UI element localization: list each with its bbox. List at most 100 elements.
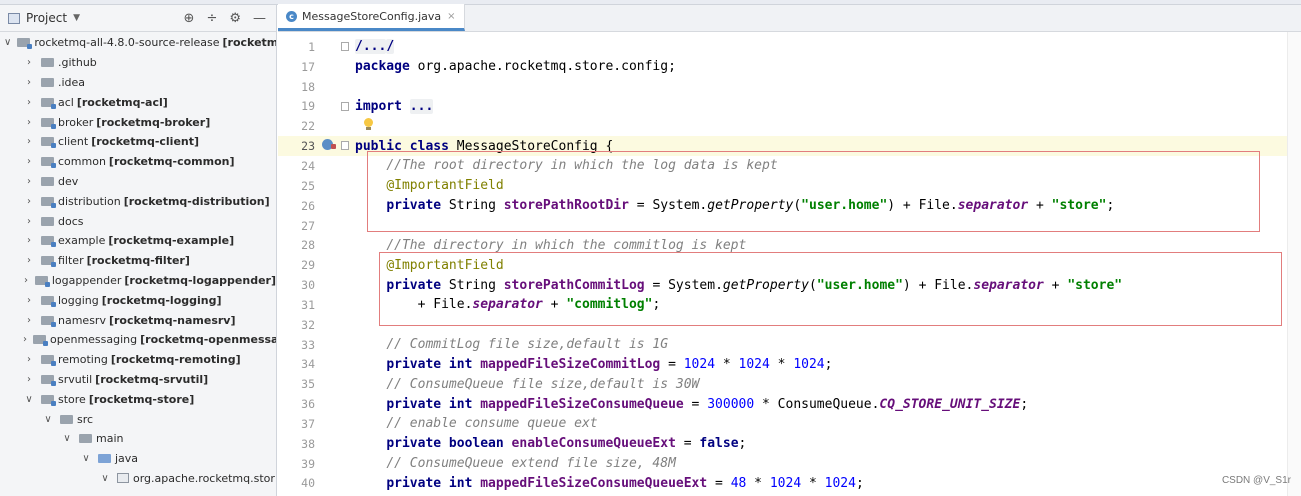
code-line[interactable]: 36 private int mappedFileSizeConsumeQueu… [278, 394, 1287, 414]
code-line[interactable]: 33 // CommitLog file size,default is 1G [278, 335, 1287, 355]
tree-item[interactable]: › acl [rocketmq-acl] [0, 92, 276, 112]
tree-item[interactable]: › dev [0, 172, 276, 192]
code-token: ) + File. [887, 198, 958, 214]
chevron-right-icon[interactable]: › [23, 77, 35, 88]
code-line[interactable]: 38 private boolean enableConsumeQueueExt… [278, 434, 1287, 454]
code-line[interactable]: 26 private String storePathRootDir = Sys… [278, 196, 1287, 216]
lightbulb-icon[interactable] [363, 118, 374, 132]
tree-item-label: store [58, 392, 86, 406]
code-text: private int mappedFileSizeConsumeQueueEx… [355, 476, 1287, 491]
tree-item[interactable]: › openmessaging [rocketmq-openmessa [0, 330, 276, 350]
chevron-down-icon[interactable]: ∨ [99, 473, 111, 484]
code-line[interactable]: 34 private int mappedFileSizeCommitLog =… [278, 355, 1287, 375]
tree-item[interactable]: › srvutil [rocketmq-srvutil] [0, 370, 276, 390]
code-line[interactable]: 30 private String storePathCommitLog = S… [278, 275, 1287, 295]
chevron-right-icon[interactable]: › [23, 334, 27, 345]
implementation-marker-icon[interactable] [322, 139, 336, 151]
code-line[interactable]: 32 [278, 315, 1287, 335]
tree-item[interactable]: ∨ main [0, 429, 276, 449]
line-number: 19 [301, 99, 315, 114]
code-line[interactable]: 17 package org.apache.rocketmq.store.conf… [278, 57, 1287, 77]
chevron-right-icon[interactable]: › [23, 117, 35, 128]
vertical-scrollbar[interactable] [1287, 32, 1301, 496]
tree-item[interactable]: › filter [rocketmq-filter] [0, 251, 276, 271]
chevron-right-icon[interactable]: › [23, 97, 35, 108]
locate-icon[interactable]: ⊕ [184, 11, 195, 26]
close-icon[interactable]: × [447, 11, 455, 22]
code-token[interactable]: / [386, 39, 395, 55]
chevron-right-icon[interactable]: › [23, 57, 35, 68]
code-line[interactable]: 29 @ImportantField [278, 255, 1287, 275]
chevron-right-icon[interactable]: › [23, 295, 35, 306]
chevron-right-icon[interactable]: › [23, 136, 35, 147]
chevron-down-icon[interactable]: ∨ [42, 414, 54, 425]
code-line[interactable]: 40 private int mappedFileSizeConsumeQueu… [278, 474, 1287, 494]
fold-toggle-icon[interactable] [341, 141, 349, 151]
tree-item[interactable]: › client [rocketmq-client] [0, 132, 276, 152]
gear-icon[interactable]: ⚙ [229, 11, 241, 26]
tree-item[interactable]: ∨ store [rocketmq-store] [0, 389, 276, 409]
line-number: 28 [301, 238, 315, 253]
chevron-down-icon[interactable]: ∨ [61, 433, 73, 444]
code-line[interactable]: 37 // enable consume queue ext [278, 414, 1287, 434]
code-line[interactable]: 22 [278, 116, 1287, 136]
tree-item[interactable]: › broker [rocketmq-broker] [0, 112, 276, 132]
code-token: private int [386, 396, 473, 412]
tree-item[interactable]: ∨ src [0, 409, 276, 429]
code-area[interactable]: 1 /.../ 17 package org.apache.rocketmq.stor… [278, 37, 1287, 493]
chevron-right-icon[interactable]: › [23, 156, 35, 167]
tree-item[interactable]: ∨ org.apache.rocketmq.stor [0, 469, 276, 489]
chevron-right-icon[interactable]: › [23, 374, 35, 385]
tree-item[interactable]: ∨ rocketmq-all-4.8.0-source-release [rocke… [0, 33, 276, 53]
code-line[interactable]: 35 // ConsumeQueue file size,default is … [278, 374, 1287, 394]
fold-toggle-icon[interactable] [341, 101, 349, 111]
code-token: storePathRootDir [503, 198, 629, 214]
java-class-icon: c [286, 10, 297, 22]
code-line[interactable]: 18 [278, 77, 1287, 97]
chevron-down-icon[interactable]: ∨ [23, 394, 35, 405]
code-line[interactable]: 1 /.../ [278, 37, 1287, 57]
chevron-down-icon[interactable]: ∨ [4, 37, 11, 48]
chevron-right-icon[interactable]: › [23, 315, 35, 326]
hide-panel-icon[interactable]: — [253, 11, 266, 26]
tree-item[interactable]: ∨ java [0, 449, 276, 469]
tree-item[interactable]: › logappender [rocketmq-logappender] [0, 271, 276, 291]
code-token: ) + File. [902, 277, 974, 293]
code-line[interactable]: 24 //The root directory in which the log… [278, 156, 1287, 176]
chevron-right-icon[interactable]: › [23, 176, 35, 187]
chevron-right-icon[interactable]: › [23, 255, 35, 266]
tree-item[interactable]: › distribution [rocketmq-distribution] [0, 191, 276, 211]
code-line[interactable]: 31 + File.separator + "commitlog"; [278, 295, 1287, 315]
chevron-down-icon[interactable]: ▼ [73, 13, 80, 23]
project-panel-title[interactable]: Project [26, 11, 67, 25]
tree-item[interactable]: › namesrv [rocketmq-namesrv] [0, 310, 276, 330]
tree-item[interactable]: › remoting [rocketmq-remoting] [0, 350, 276, 370]
gutter-icons [315, 57, 355, 77]
code-token[interactable]: /... [355, 39, 387, 55]
tree-item[interactable]: › logging [rocketmq-logging] [0, 290, 276, 310]
code-line[interactable]: 25 @ImportantField [278, 176, 1287, 196]
tree-item[interactable]: › .idea [0, 73, 276, 93]
fold-toggle-icon[interactable] [341, 42, 349, 51]
tree-item[interactable]: › common [rocketmq-common] [0, 152, 276, 172]
code-line[interactable]: 39 // ConsumeQueue extend file size, 48M [278, 454, 1287, 474]
collapse-all-icon[interactable]: ÷ [206, 11, 217, 26]
code-line[interactable]: 23 public class MessageStoreConfig { [278, 136, 1287, 157]
code-token[interactable]: ... [409, 98, 434, 114]
chevron-right-icon[interactable]: › [23, 196, 35, 207]
code-line[interactable]: 27 [278, 216, 1287, 236]
chevron-right-icon[interactable]: › [23, 235, 35, 246]
code-line[interactable]: 19 import ... [278, 97, 1287, 117]
tree-item[interactable]: › .github [0, 53, 276, 73]
code-line[interactable]: 28 //The directory in which the commitlo… [278, 235, 1287, 255]
chevron-right-icon[interactable]: › [23, 275, 29, 286]
tree-item[interactable]: › docs [0, 211, 276, 231]
chevron-right-icon[interactable]: › [23, 216, 35, 227]
tab-messagestoreconfig[interactable]: c MessageStoreConfig.java × [278, 4, 465, 31]
chevron-right-icon[interactable]: › [23, 354, 35, 365]
tree-item[interactable]: › example [rocketmq-example] [0, 231, 276, 251]
chevron-down-icon[interactable]: ∨ [80, 453, 92, 464]
